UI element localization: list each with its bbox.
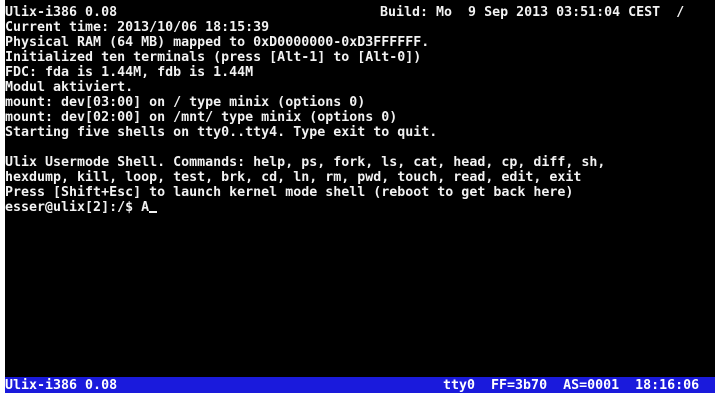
header-version: Ulix-i386 0.08 xyxy=(5,5,118,20)
shell-prompt: esser@ulix[2]:/$ xyxy=(5,200,142,215)
shell-line: hexdump, kill, loop, test, brk, cd, ln, … xyxy=(5,170,582,185)
shell-input[interactable]: A xyxy=(141,200,149,215)
status-info: tty0 FF=3b70 AS=0001 18:16:06 xyxy=(443,378,700,393)
text-cursor xyxy=(149,211,158,213)
boot-line: Current time: 2013/10/06 18:15:39 xyxy=(5,20,270,35)
shell-line: Press [Shift+Esc] to launch kernel mode … xyxy=(5,185,574,200)
shell-prompt-line[interactable]: esser@ulix[2]:/$ A xyxy=(5,200,158,215)
boot-line: Physical RAM (64 MB) mapped to 0xD000000… xyxy=(5,35,430,50)
boot-line: mount: dev[02:00] on /mnt/ type minix (o… xyxy=(5,110,398,125)
header-build: Build: Mo 9 Sep 2013 03:51:04 CEST / xyxy=(380,5,685,20)
shell-line: Ulix Usermode Shell. Commands: help, ps,… xyxy=(5,155,606,170)
boot-line: mount: dev[03:00] on / type minix (optio… xyxy=(5,95,366,110)
status-bar: Ulix-i386 0.08 tty0 FF=3b70 AS=0001 18:1… xyxy=(5,377,715,393)
status-version: Ulix-i386 0.08 xyxy=(5,378,118,393)
boot-line: FDC: fda is 1.44M, fdb is 1.44M xyxy=(5,65,254,80)
boot-line: Starting five shells on tty0..tty4. Type… xyxy=(5,125,438,140)
boot-line: Modul aktiviert. xyxy=(5,80,134,95)
terminal-screen[interactable]: Ulix-i386 0.08 Build: Mo 9 Sep 2013 03:5… xyxy=(5,0,715,393)
boot-line: Initialized ten terminals (press [Alt-1]… xyxy=(5,50,422,65)
